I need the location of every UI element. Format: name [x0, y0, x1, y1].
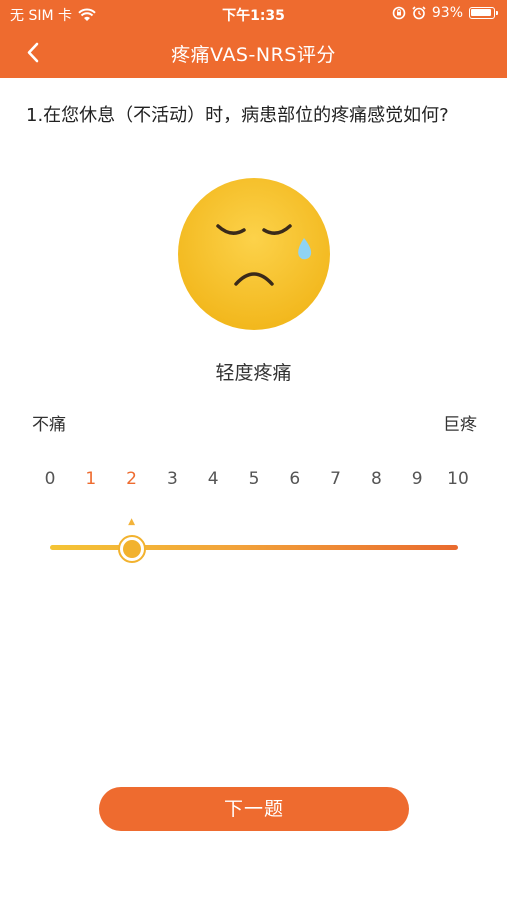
battery-icon — [469, 7, 498, 19]
battery-level — [471, 9, 491, 16]
pain-level-label: 轻度疼痛 — [215, 362, 292, 384]
slider-track[interactable] — [50, 545, 458, 550]
status-bar: 无 SIM 卡 下午1:35 93% — [0, 0, 507, 28]
scale-number-8[interactable]: 8 — [361, 469, 391, 489]
sad-face-emoji-icon — [178, 178, 330, 330]
header: 无 SIM 卡 下午1:35 93% 疼痛VAS-NRS评分 — [0, 0, 507, 78]
next-question-button[interactable]: 下一题 — [99, 787, 409, 831]
scale-number-10[interactable]: 10 — [443, 469, 473, 489]
scale-number-9[interactable]: 9 — [402, 469, 432, 489]
scale-number-3[interactable]: 3 — [157, 469, 187, 489]
rotation-lock-icon — [392, 6, 406, 20]
scale-number-6[interactable]: 6 — [280, 469, 310, 489]
scale-number-4[interactable]: 4 — [198, 469, 228, 489]
page-title: 疼痛VAS-NRS评分 — [171, 44, 336, 66]
slider-pointer-icon: ▲ — [128, 517, 136, 527]
status-right: 93% — [392, 5, 498, 21]
question-text: 1.在您休息（不活动）时，病患部位的疼痛感觉如何? — [26, 105, 449, 126]
scale-number-1[interactable]: 1 — [76, 469, 106, 489]
scale-number-2[interactable]: 2 — [117, 469, 147, 489]
alarm-icon — [412, 6, 426, 20]
scale-number-7[interactable]: 7 — [321, 469, 351, 489]
slider-thumb[interactable] — [117, 535, 146, 563]
scale-min-label: 不痛 — [32, 415, 66, 435]
nav-bar: 疼痛VAS-NRS评分 — [0, 28, 507, 78]
battery-percent: 93% — [431, 5, 463, 21]
scale-number-5[interactable]: 5 — [239, 469, 269, 489]
scale-max-label: 巨疼 — [443, 415, 477, 435]
scale-number-0[interactable]: 0 — [35, 469, 65, 489]
slider-thumb-center — [122, 540, 141, 558]
app-screen: 无 SIM 卡 下午1:35 93% 疼痛VAS-NRS评分 1.在您休息（不活… — [0, 0, 507, 900]
